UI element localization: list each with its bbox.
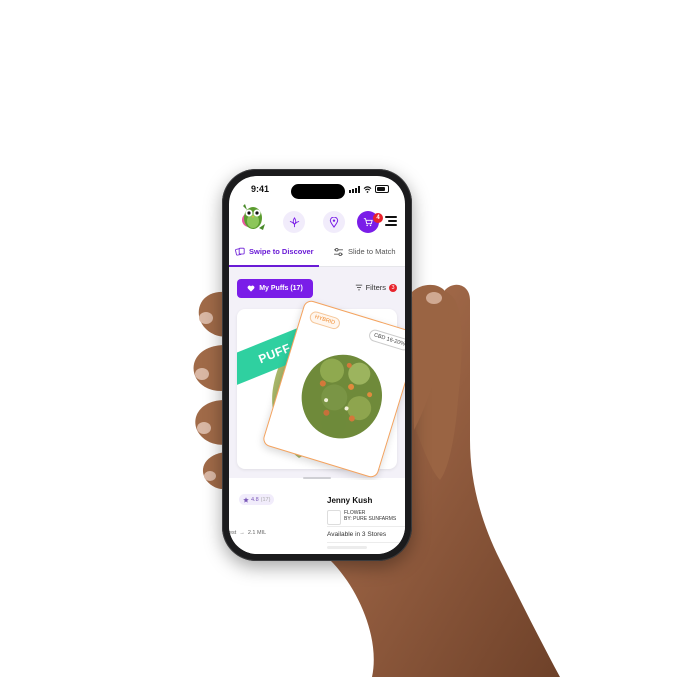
dynamic-island — [291, 184, 345, 199]
thumb-overlay — [412, 284, 449, 430]
scene: 9:41 4 Swipe to Discover Slide to Match … — [0, 0, 677, 677]
